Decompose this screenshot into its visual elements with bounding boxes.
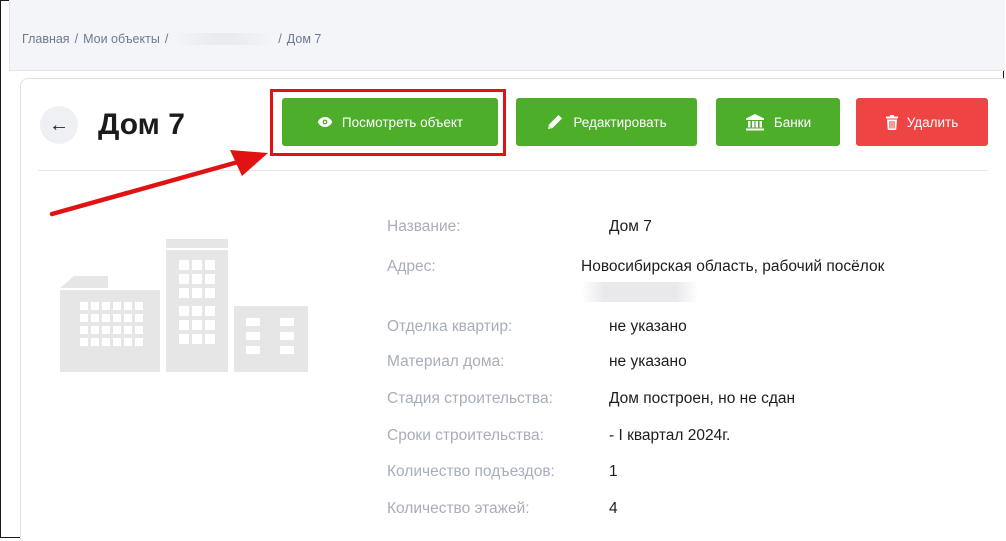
bank-icon bbox=[745, 114, 764, 131]
detail-value-floors: 4 bbox=[609, 500, 618, 517]
detail-label-address: Адрес: bbox=[387, 258, 436, 275]
annotation-highlight-box bbox=[270, 89, 506, 156]
edit-button[interactable]: Редактировать bbox=[516, 98, 697, 146]
detail-value-address: Новосибирская область, рабочий посёлок bbox=[581, 258, 885, 275]
detail-value-material: не указано bbox=[609, 353, 687, 370]
delete-label: Удалить bbox=[906, 114, 959, 130]
detail-value-deadline: - I квартал 2024г. bbox=[609, 427, 731, 444]
detail-label-name: Название: bbox=[387, 218, 461, 235]
trash-icon bbox=[885, 114, 898, 130]
banks-button[interactable]: Банки bbox=[716, 98, 840, 146]
detail-value-name: Дом 7 bbox=[609, 218, 652, 235]
banks-label: Банки bbox=[773, 114, 812, 130]
detail-label-deadline: Сроки строительства: bbox=[387, 427, 544, 444]
pencil-icon bbox=[548, 115, 563, 129]
detail-label-material: Материал дома: bbox=[387, 353, 505, 370]
detail-value-stage: Дом построен, но не сдан bbox=[609, 390, 796, 407]
annotation-arrow bbox=[49, 150, 268, 217]
address-redacted bbox=[581, 282, 699, 302]
detail-label-entrances: Количество подъездов: bbox=[387, 463, 555, 480]
detail-label-floors: Количество этажей: bbox=[387, 500, 530, 517]
detail-value-entrances: 1 bbox=[609, 463, 618, 480]
building-placeholder-icon bbox=[60, 239, 308, 372]
detail-value-finishing: не указано bbox=[609, 318, 687, 335]
delete-button[interactable]: Удалить bbox=[856, 98, 988, 146]
detail-label-finishing: Отделка квартир: bbox=[387, 318, 513, 335]
detail-label-stage: Стадия строительства: bbox=[387, 390, 553, 407]
edit-label: Редактировать bbox=[573, 114, 667, 130]
